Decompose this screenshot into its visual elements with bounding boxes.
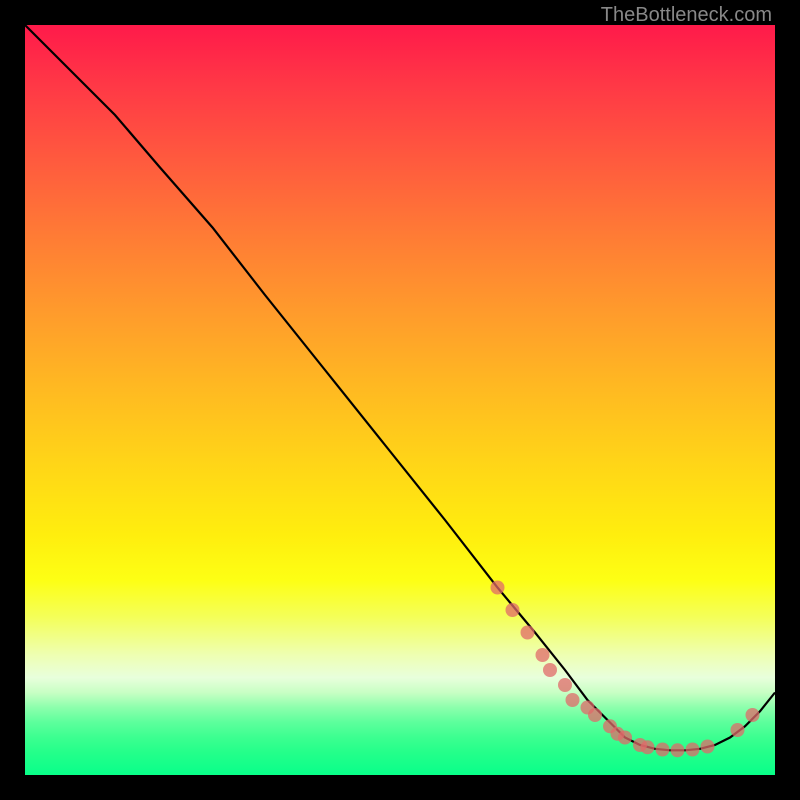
marker-point	[536, 648, 550, 662]
marker-point	[521, 626, 535, 640]
marker-point	[641, 740, 655, 754]
marker-point	[731, 723, 745, 737]
marker-point	[506, 603, 520, 617]
marker-point	[558, 678, 572, 692]
gradient-plot-area	[25, 25, 775, 775]
marker-point	[618, 731, 632, 745]
bottleneck-curve	[25, 25, 775, 750]
marker-point	[588, 708, 602, 722]
curve-layer	[25, 25, 775, 775]
watermark-label: TheBottleneck.com	[601, 4, 772, 27]
marker-point	[746, 708, 760, 722]
marker-point	[701, 740, 715, 754]
marker-point	[686, 743, 700, 757]
marker-point	[671, 743, 685, 757]
marker-point	[491, 581, 505, 595]
marker-point	[656, 743, 670, 757]
chart-stage: TheBottleneck.com	[0, 0, 800, 800]
curve-markers	[491, 581, 760, 758]
marker-point	[543, 663, 557, 677]
marker-point	[566, 693, 580, 707]
